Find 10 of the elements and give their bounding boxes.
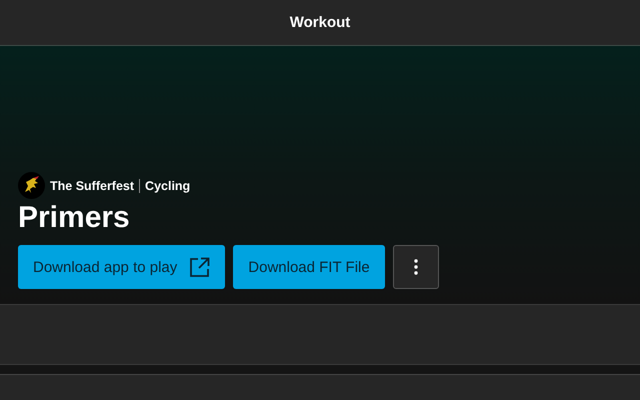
category-label: Cycling	[145, 178, 190, 192]
horse-logo-icon	[18, 172, 45, 199]
download-button[interactable]: Download FIT File	[233, 245, 385, 289]
workout-title: Primers	[18, 201, 131, 235]
page-title: Workout	[290, 14, 350, 31]
more-vertical-icon	[414, 259, 418, 275]
download-button[interactable]: Download app to play	[18, 245, 226, 289]
brand-name: The Sufferfest	[50, 178, 134, 192]
more-button[interactable]	[392, 245, 439, 289]
external-link-icon	[189, 256, 210, 278]
